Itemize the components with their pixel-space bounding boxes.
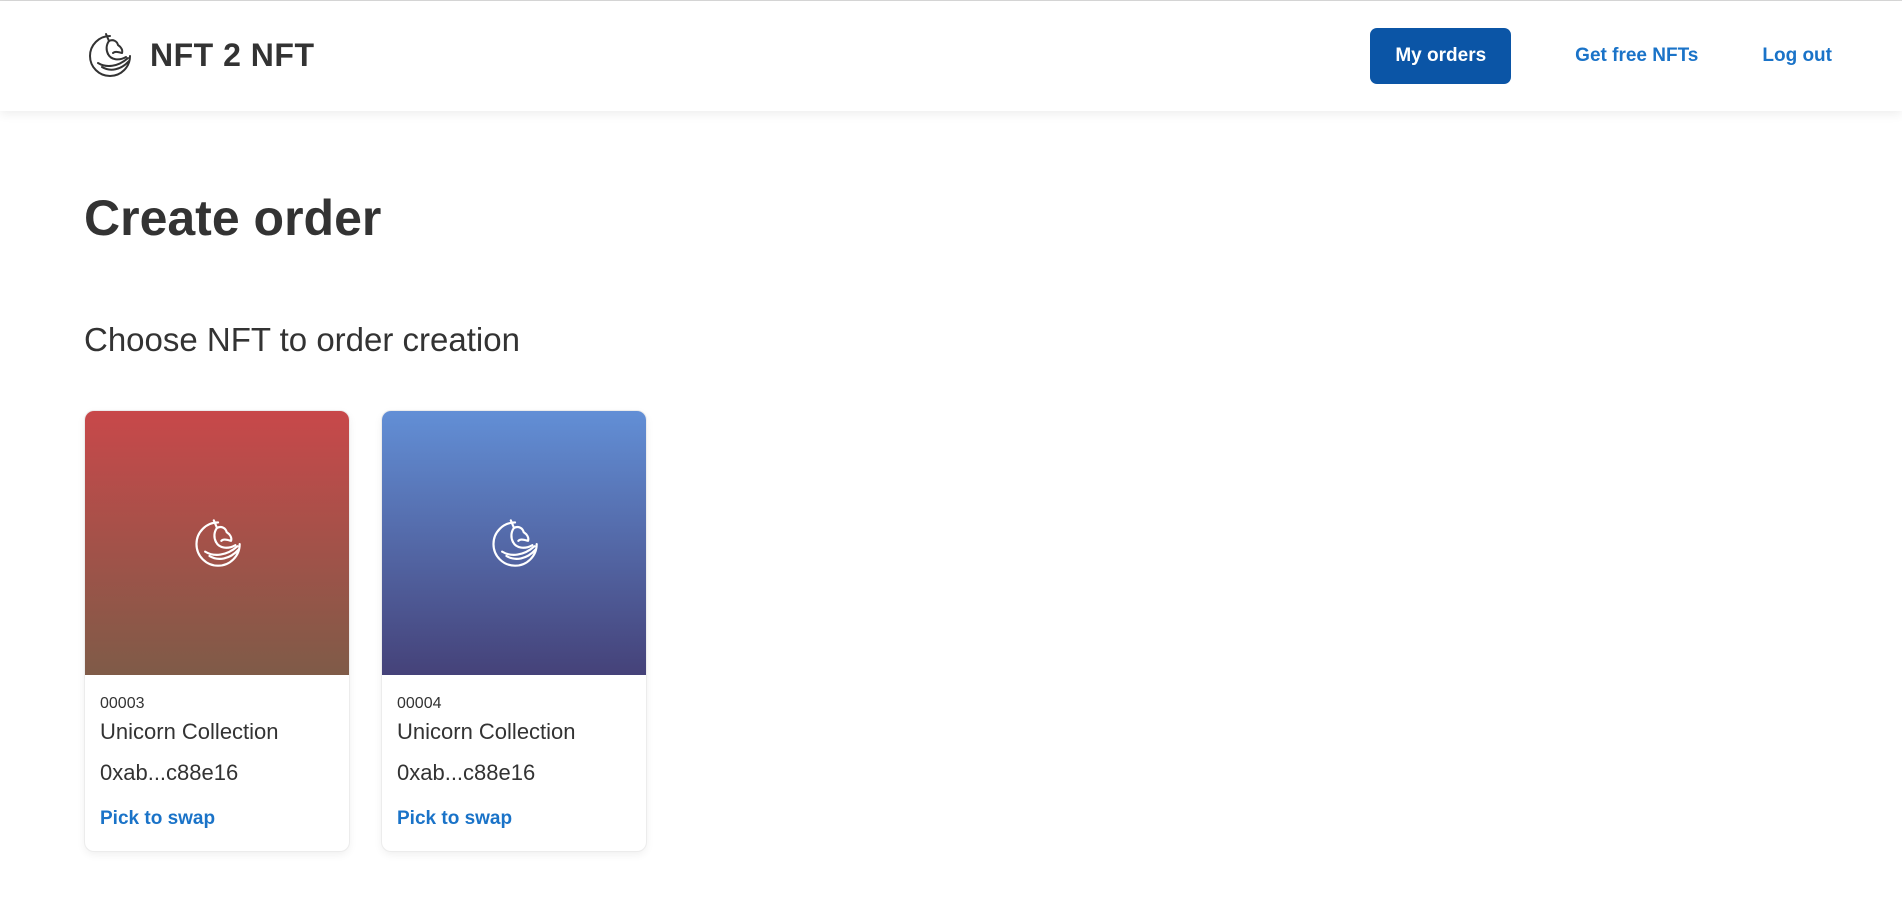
log-out-link[interactable]: Log out <box>1762 45 1832 67</box>
nft-address: 0xab...c88e16 <box>100 759 239 785</box>
nft-id: 00003 <box>100 695 145 712</box>
pick-to-swap-link[interactable]: Pick to swap <box>397 808 512 830</box>
section-title: Choose NFT to order creation <box>84 321 520 358</box>
page-title: Create order <box>84 190 382 246</box>
unicorn-logo-icon <box>89 33 131 77</box>
site-header: NFT 2 NFT My orders Get free NFTs Log ou… <box>0 1 1902 111</box>
nft-card[interactable]: 00003 Unicorn Collection 0xab...c88e16 P… <box>85 411 349 851</box>
nft-image <box>85 411 349 675</box>
nft-image <box>382 411 646 675</box>
brand-name: NFT 2 NFT <box>150 36 315 73</box>
nft-collection-name: Unicorn Collection <box>100 719 279 745</box>
nft-address: 0xab...c88e16 <box>397 759 536 785</box>
pick-to-swap-link[interactable]: Pick to swap <box>100 808 215 830</box>
brand-home-link[interactable]: NFT 2 NFT <box>84 30 314 80</box>
nft-card[interactable]: 00004 Unicorn Collection 0xab...c88e16 P… <box>382 411 646 851</box>
card-body: 00004 Unicorn Collection 0xab...c88e16 P… <box>382 675 646 830</box>
nft-id: 00004 <box>397 695 442 712</box>
unicorn-icon <box>195 519 241 567</box>
nft-collection-name: Unicorn Collection <box>397 719 576 745</box>
my-orders-button[interactable]: My orders <box>1370 28 1512 84</box>
get-free-nfts-link[interactable]: Get free NFTs <box>1575 45 1698 67</box>
unicorn-icon <box>492 519 538 567</box>
main-nav: My orders Get free NFTs Log out <box>1370 28 1832 84</box>
card-body: 00003 Unicorn Collection 0xab...c88e16 P… <box>85 675 349 830</box>
nft-card-list: 00003 Unicorn Collection 0xab...c88e16 P… <box>85 411 679 851</box>
